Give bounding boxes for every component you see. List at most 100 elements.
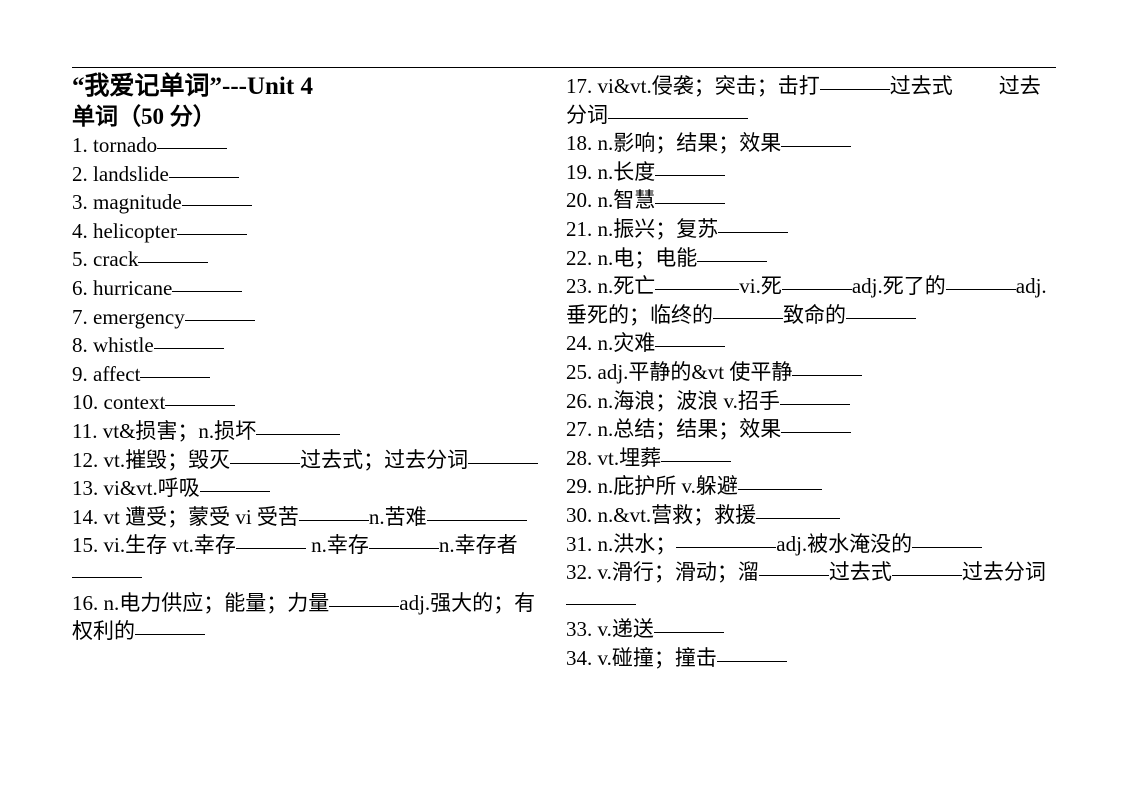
item-text: context	[103, 390, 166, 415]
answer-blank[interactable]	[945, 275, 1016, 291]
item-number: 6.	[72, 275, 88, 300]
answer-blank[interactable]	[135, 620, 205, 636]
answer-blank[interactable]	[157, 134, 228, 149]
answer-blank[interactable]	[468, 449, 539, 464]
list-item: 3. magnitude	[72, 188, 556, 217]
right-column: 17. vi&vt.侵袭；突击；击打 过去式 过去分词 18. n.影响；结果；效果…	[566, 72, 1056, 672]
list-item: 7. emergency	[72, 303, 556, 332]
answer-blank[interactable]	[199, 477, 270, 493]
list-item: 18. n.影响；结果；效果	[566, 129, 1056, 158]
answer-blank[interactable]	[678, 104, 748, 119]
item-number: 27.	[566, 417, 593, 442]
item-text: vt&损害；n.损坏	[102, 418, 257, 443]
item-text: n.振兴；复苏	[597, 216, 719, 241]
list-item: 15. vi.生存 vt.幸存 n.幸存 n.幸存者	[72, 531, 556, 588]
answer-blank[interactable]	[153, 334, 224, 350]
item-text: n.长度	[597, 159, 656, 184]
answer-blank[interactable]	[235, 534, 306, 550]
item-number: 14.	[72, 504, 99, 529]
item-text: n.海浪；波浪 v.招手	[597, 388, 780, 413]
answer-blank[interactable]	[655, 161, 726, 176]
answer-blank[interactable]	[779, 390, 850, 405]
answer-blank[interactable]	[181, 191, 252, 207]
answer-blank[interactable]	[653, 618, 724, 634]
answer-blank[interactable]	[655, 189, 726, 205]
answer-blank[interactable]	[756, 504, 841, 519]
answer-blank[interactable]	[426, 506, 527, 521]
answer-blank[interactable]	[781, 132, 852, 148]
list-item: 6. hurricane	[72, 274, 556, 303]
item-text-cont: n.幸存	[311, 533, 369, 558]
list-item: 2. landslide	[72, 160, 556, 189]
item-text: vi.生存 vt.幸存	[103, 533, 236, 558]
answer-blank[interactable]	[891, 561, 962, 577]
answer-blank[interactable]	[718, 218, 789, 233]
answer-blank[interactable]	[329, 592, 400, 607]
item-text-cont: 过去分词	[961, 560, 1046, 585]
answer-blank[interactable]	[184, 306, 255, 321]
answer-blank[interactable]	[256, 420, 341, 435]
item-number: 10.	[72, 390, 99, 415]
list-item: 4. helicopter	[72, 217, 556, 246]
answer-blank[interactable]	[737, 475, 822, 491]
item-number: 5.	[72, 247, 88, 272]
answer-blank[interactable]	[230, 449, 301, 464]
item-text: affect	[93, 361, 141, 386]
item-text: landslide	[93, 161, 169, 186]
answer-blank[interactable]	[758, 561, 829, 577]
item-number: 34.	[566, 645, 593, 670]
list-item: 10. context	[72, 388, 556, 417]
answer-blank[interactable]	[676, 533, 777, 548]
answer-blank[interactable]	[172, 277, 243, 292]
list-item: 14. vt 遭受；蒙受 vi 受苦 n.苦难	[72, 503, 556, 532]
answer-blank[interactable]	[608, 104, 678, 119]
list-item: 29. n.庇护所 v.躲避	[566, 472, 1056, 501]
item-text: vt.埋葬	[597, 445, 662, 470]
list-item: 22. n.电；电能	[566, 244, 1056, 273]
answer-blank[interactable]	[298, 506, 369, 521]
answer-blank[interactable]	[655, 332, 726, 348]
answer-blank[interactable]	[781, 275, 852, 291]
answer-blank[interactable]	[140, 363, 211, 378]
title-block: “我爱记单词”---Unit 4 单词（50 分）	[72, 72, 556, 131]
item-number: 9.	[72, 361, 88, 386]
answer-blank[interactable]	[176, 220, 247, 235]
answer-blank[interactable]	[168, 163, 239, 178]
item-text: n.庇护所 v.躲避	[597, 474, 738, 499]
item-text: emergency	[93, 304, 185, 329]
answer-blank[interactable]	[713, 304, 783, 319]
list-item: 12. vt.摧毁；毁灭 过去式；过去分词	[72, 446, 556, 475]
item-text-cont: 过去式；过去分词	[300, 447, 469, 472]
item-text: vi&vt.侵袭；突击；击打	[597, 74, 820, 98]
header-rule	[72, 67, 1056, 68]
list-item: 24. n.灾难	[566, 329, 1056, 358]
item-text-cont: adj.被水淹没的	[776, 531, 913, 556]
list-item: 31. n.洪水； adj.被水淹没的	[566, 530, 1056, 559]
answer-blank[interactable]	[716, 647, 787, 662]
answer-blank[interactable]	[566, 590, 636, 605]
answer-blank[interactable]	[138, 248, 209, 264]
item-text: n.洪水；	[597, 531, 677, 556]
answer-blank[interactable]	[655, 275, 740, 291]
item-text: n.总结；结果；效果	[597, 417, 782, 442]
item-number: 8.	[72, 333, 88, 358]
answer-blank[interactable]	[697, 247, 768, 262]
item-text: n.灾难	[597, 331, 656, 356]
item-text: vt 遭受；蒙受 vi 受苦	[103, 504, 299, 529]
answer-blank[interactable]	[661, 447, 732, 462]
item-number: 33.	[566, 617, 593, 642]
answer-blank[interactable]	[781, 418, 852, 434]
left-column: “我爱记单词”---Unit 4 单词（50 分） 1. tornado 2. …	[72, 72, 566, 646]
answer-blank[interactable]	[792, 361, 863, 376]
answer-blank[interactable]	[368, 534, 439, 550]
answer-blank[interactable]	[846, 304, 916, 319]
answer-blank[interactable]	[819, 75, 890, 90]
list-item: 20. n.智慧	[566, 186, 1056, 215]
item-number: 18.	[566, 131, 593, 156]
item-number: 2.	[72, 161, 88, 186]
answer-blank[interactable]	[72, 563, 142, 578]
answer-blank[interactable]	[912, 533, 983, 548]
list-item: 28. vt.埋葬	[566, 444, 1056, 473]
answer-blank[interactable]	[165, 391, 236, 407]
item-number: 15.	[72, 533, 99, 558]
